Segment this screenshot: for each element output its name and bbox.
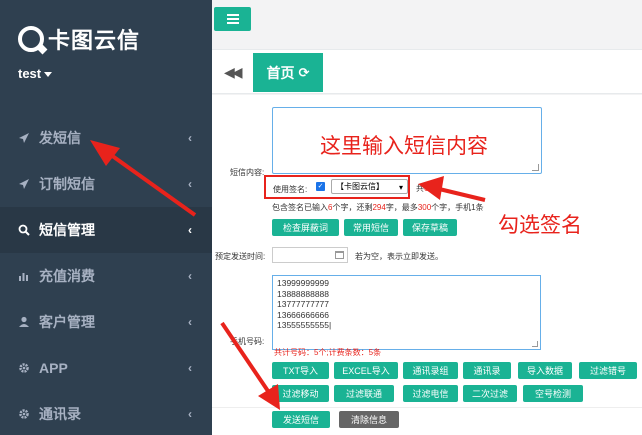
sidebar-nav: 发短信 ‹ 订制短信 ‹ 短信管理 ‹ 充值消费 ‹ 客户管理 ‹ APP ‹ … — [0, 115, 212, 435]
phone-label: 手机号码: — [230, 337, 265, 346]
phone-numbers-textarea[interactable]: 13999999999 13888888888 13777777777 1366… — [272, 275, 541, 350]
chevron-left-icon: ‹ — [188, 361, 192, 375]
phone-number: 13999999999 — [277, 278, 330, 288]
logo-text: 卡图云信 — [48, 28, 141, 53]
time-label: 预定发送时间: — [215, 252, 266, 261]
phone-number: 13777777777 — [277, 299, 330, 309]
sidebar-item-sms-management[interactable]: 短信管理 ‹ — [0, 207, 212, 253]
sidebar-item-recharge[interactable]: 充值消费 ‹ — [0, 253, 212, 299]
phone-number: 13888888888 — [277, 288, 330, 299]
double-chevron-left-icon[interactable]: ◀◀ — [224, 64, 242, 81]
sidebar-item-custom-sms[interactable]: 订制短信 ‹ — [0, 161, 212, 207]
chevron-left-icon: ‹ — [188, 315, 192, 329]
check-blocked-words-button[interactable]: 检查屏蔽词 — [272, 219, 339, 236]
chevron-left-icon: ‹ — [188, 269, 192, 283]
sidebar-item-label: 短信管理 — [39, 222, 95, 238]
common-sms-button[interactable]: 常用短信 — [344, 219, 398, 236]
filter-invalid-button[interactable]: 过滤错号 — [579, 362, 637, 379]
chevron-left-icon: ‹ — [188, 131, 192, 145]
sidebar-item-label: 通讯录 — [39, 406, 81, 422]
sidebar-item-label: 订制短信 — [39, 176, 95, 192]
logo: 卡图云信 — [18, 24, 140, 54]
sidebar-item-label: 发短信 — [39, 130, 81, 146]
search-icon — [17, 223, 31, 237]
clear-info-button[interactable]: 清除信息 — [339, 411, 399, 428]
chevron-left-icon: ‹ — [188, 407, 192, 421]
tab-home[interactable]: 首页 ⟳ — [253, 53, 323, 92]
sidebar-item-customers[interactable]: 客户管理 ‹ — [0, 299, 212, 345]
refresh-icon[interactable]: ⟳ — [299, 65, 310, 81]
paper-plane-icon — [17, 177, 31, 191]
bar-chart-icon — [17, 269, 31, 283]
excel-import-button[interactable]: EXCEL导入 — [334, 362, 398, 379]
app: 卡图云信 test 发短信 ‹ 订制短信 ‹ 短信管理 ‹ 充值消费 ‹ 客户管… — [0, 0, 642, 435]
send-sms-button[interactable]: 发送短信 — [272, 411, 330, 428]
gear-icon — [17, 407, 31, 421]
sidebar-item-label: 充值消费 — [39, 268, 95, 284]
sidebar-item-contacts[interactable]: 通讯录 ‹ — [0, 391, 212, 435]
resize-handle[interactable] — [532, 341, 538, 347]
content-annotation: 这里输入短信内容 — [320, 135, 488, 158]
sidebar-item-send-sms[interactable]: 发短信 ‹ — [0, 115, 212, 161]
user-menu[interactable]: test — [18, 66, 53, 81]
sign-checkbox[interactable]: ✓ — [316, 182, 325, 191]
user-icon — [17, 315, 31, 329]
filter-unicom-button[interactable]: 过滤联通 — [334, 385, 394, 402]
second-filter-button[interactable]: 二次过滤 — [463, 385, 517, 402]
divider — [212, 407, 642, 408]
sidebar: 卡图云信 test 发短信 ‹ 订制短信 ‹ 短信管理 ‹ 充值消费 ‹ 客户管… — [0, 0, 212, 435]
send-time-input[interactable] — [272, 247, 348, 263]
sign-label: 使用签名: — [273, 185, 308, 194]
tab-home-label: 首页 — [266, 64, 295, 81]
sign-select-value: 【卡图云信】 — [336, 182, 384, 191]
caret-down-icon — [44, 72, 53, 77]
txt-import-button[interactable]: TXT导入 — [272, 362, 329, 379]
sign-select[interactable]: 【卡图云信】 ▾ — [331, 179, 408, 194]
chevron-left-icon: ‹ — [188, 177, 192, 191]
tab-bar: ◀◀ 首页 ⟳ — [212, 50, 642, 94]
time-hint: 若为空，表示立即发送。 — [355, 252, 443, 261]
sidebar-item-app[interactable]: APP ‹ — [0, 345, 212, 391]
sidebar-item-label: 客户管理 — [39, 314, 95, 330]
topbar — [212, 0, 642, 50]
chevron-down-icon: ▾ — [398, 183, 403, 192]
phone-number: 13555555555| — [277, 320, 332, 330]
phone-number: 13666666666 — [277, 309, 330, 320]
sms-form: 短信内容: 这里输入短信内容 使用签名: ✓ 【卡图云信】 ▾ 共6字 勾选签名… — [212, 95, 642, 435]
length-info: 包含签名已输入6个字，还剩294字，最多300个字，手机1条 — [272, 203, 484, 212]
sign-annotation: 勾选签名 — [498, 214, 582, 237]
filter-telecom-button[interactable]: 过滤电信 — [403, 385, 458, 402]
char-count: 共6字 — [416, 184, 437, 193]
gear-icon — [17, 361, 31, 375]
paper-plane-icon — [17, 131, 31, 145]
contacts-button[interactable]: 通讯录 — [463, 362, 511, 379]
phone-stats: 共计号码：5个;计费条数：5条 — [274, 348, 382, 357]
chevron-left-icon: ‹ — [188, 223, 192, 237]
logo-icon — [18, 26, 44, 52]
filter-mobile-button[interactable]: 过滤移动 — [272, 385, 329, 402]
save-draft-button[interactable]: 保存草稿 — [403, 219, 457, 236]
import-data-button[interactable]: 导入数据 — [518, 362, 572, 379]
empty-number-check-button[interactable]: 空号检测 — [523, 385, 583, 402]
content-label: 短信内容: — [230, 168, 265, 177]
username: test — [18, 66, 42, 81]
contact-group-button[interactable]: 通讯录组 — [403, 362, 458, 379]
menu-toggle-button[interactable] — [214, 7, 251, 31]
calendar-icon[interactable] — [335, 251, 344, 259]
sidebar-item-label: APP — [39, 360, 68, 376]
